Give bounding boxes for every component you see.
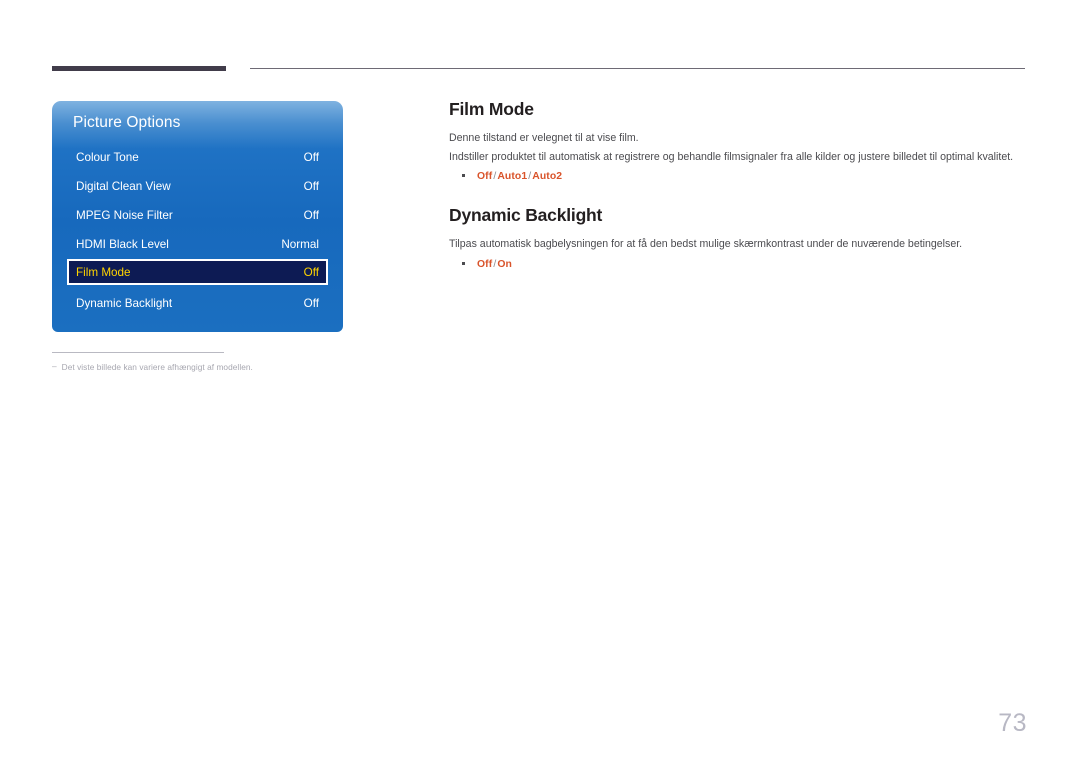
page-header-rules [0, 0, 1080, 80]
osd-item-colour-tone[interactable]: Colour Tone Off [67, 144, 328, 170]
osd-item-label: MPEG Noise Filter [76, 208, 173, 222]
osd-item-value: Off [303, 265, 319, 279]
list-item: Off/Auto1/Auto2 [449, 171, 1027, 182]
osd-item-label: Colour Tone [76, 150, 139, 164]
osd-menu-panel: Picture Options Colour Tone Off Digital … [52, 101, 343, 332]
osd-item-label: Dynamic Backlight [76, 296, 173, 310]
osd-item-value: Off [303, 296, 319, 310]
section-title: Film Mode [449, 99, 534, 119]
option-value: Off [477, 171, 493, 183]
option-value: Auto1 [497, 171, 528, 183]
figure-note-body: ‒ Det viste billede kan variere afhængig… [52, 362, 352, 372]
figure-note-text: Det viste billede kan variere afhængigt … [61, 362, 253, 372]
section-paragraph: Indstiller produktet til automatisk at r… [449, 150, 1014, 163]
option-value: Off [477, 259, 493, 271]
header-divider-line [250, 68, 1025, 69]
figure-note: ‒ Det viste billede kan variere afhængig… [52, 352, 352, 372]
osd-item-label: Film Mode [76, 265, 131, 279]
osd-item-value: Off [303, 208, 319, 222]
option-values: Off/Auto1/Auto2 [477, 171, 562, 182]
osd-item-dynamic-backlight[interactable]: Dynamic Backlight Off [67, 290, 328, 316]
osd-item-label: Digital Clean View [76, 179, 171, 193]
header-accent-bar [52, 66, 226, 71]
figure-note-dash-icon: ‒ [52, 361, 57, 371]
option-value: Auto2 [532, 171, 563, 183]
bullet-square-icon [462, 174, 465, 178]
osd-figure: Picture Options Colour Tone Off Digital … [52, 101, 343, 332]
osd-item-value: Off [303, 179, 319, 193]
osd-item-hdmi-black-level[interactable]: HDMI Black Level Normal [67, 231, 328, 257]
osd-item-film-mode[interactable]: Film Mode Off [67, 259, 328, 285]
option-list: Off/Auto1/Auto2 [449, 171, 1027, 182]
content-column: Film Mode Denne tilstand er velegnet til… [449, 99, 1027, 270]
osd-item-value: Normal [281, 237, 319, 251]
section-paragraph: Tilpas automatisk bagbelysningen for at … [449, 238, 963, 251]
section-title: Dynamic Backlight [449, 205, 603, 226]
section-paragraph: Denne tilstand er velegnet til at vise f… [449, 132, 639, 144]
section-film-mode: Film Mode Denne tilstand er velegnet til… [449, 99, 1027, 182]
figure-note-divider [52, 352, 224, 353]
osd-item-label: HDMI Black Level [76, 237, 169, 251]
osd-item-value: Off [303, 150, 319, 164]
option-values: Off/On [477, 259, 512, 270]
option-value: On [497, 259, 512, 271]
list-item: Off/On [449, 259, 1027, 270]
option-list: Off/On [449, 259, 1027, 270]
osd-item-mpeg-noise-filter[interactable]: MPEG Noise Filter Off [67, 202, 328, 228]
osd-item-digital-clean-view[interactable]: Digital Clean View Off [67, 173, 328, 199]
osd-menu-title: Picture Options [73, 114, 181, 131]
bullet-square-icon [462, 262, 465, 266]
section-dynamic-backlight: Dynamic Backlight Tilpas automatisk bagb… [449, 205, 1027, 270]
page-number: 73 [998, 709, 1027, 737]
